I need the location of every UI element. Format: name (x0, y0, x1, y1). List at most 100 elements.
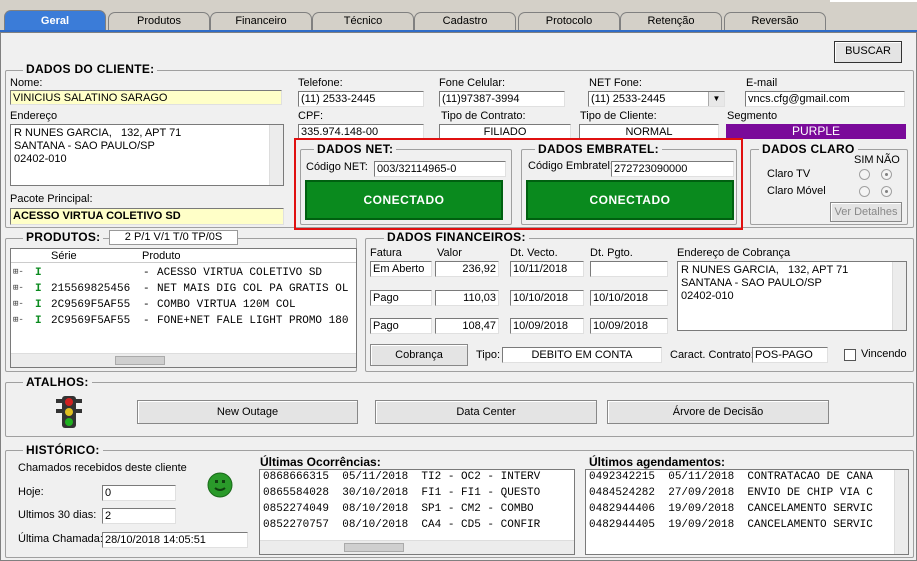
embratel-codigo-field[interactable]: 272723090000 (611, 161, 734, 177)
expand-icon[interactable]: ⊞- (13, 299, 24, 309)
expand-icon[interactable]: ⊞- (13, 315, 24, 325)
scrollbar-thumb[interactable] (115, 356, 165, 365)
net-group-title: DADOS NET: (314, 142, 397, 156)
pacote-field[interactable]: ACESSO VIRTUA COLETIVO SD (10, 208, 284, 225)
chamados-recebidos-label: Chamados recebidos deste cliente (18, 462, 187, 474)
data-center-button[interactable]: Data Center (375, 400, 597, 424)
net-codigo-field[interactable]: 003/32114965-0 (374, 161, 506, 177)
tab-tecnico[interactable]: Técnico (312, 12, 414, 30)
claro-sim-label: SIM (854, 154, 874, 166)
list-item[interactable]: 0852270757 08/10/2018 CA4 - CD5 - CONFIR (263, 519, 540, 531)
row-dash: - (143, 315, 150, 327)
row-dash: - (143, 267, 150, 279)
valor-cell[interactable]: 108,47 (435, 318, 499, 334)
valor-cell[interactable]: 236,92 (435, 261, 499, 277)
tab-cadastro[interactable]: Cadastro (414, 12, 516, 30)
caract-label: Caract. Contrato: (670, 349, 754, 361)
net-codigo-label: Código NET: (306, 161, 368, 173)
celular-field[interactable]: (11)97387-3994 (439, 91, 565, 107)
pgto-cell[interactable] (590, 261, 668, 277)
endereco-cobranca-field[interactable]: R NUNES GARCIA, 132, APT 71 SANTANA - SA… (677, 261, 907, 331)
ocorrencias-list[interactable]: 0868666315 05/11/2018 TI2 - OC2 - INTERV… (259, 469, 575, 555)
net-status-button[interactable]: CONECTADO (305, 180, 503, 220)
tipo-label: Tipo: (476, 349, 501, 361)
vecto-cell[interactable]: 10/10/2018 (510, 290, 584, 306)
row-serie: 2C9569F5AF55 (51, 299, 131, 311)
vincendo-checkbox[interactable] (844, 349, 856, 361)
tab-reversao[interactable]: Reversão (724, 12, 826, 30)
fatura-cell[interactable]: Em Aberto (370, 261, 432, 277)
vecto-column-header: Dt. Vecto. (510, 247, 558, 259)
produtos-hscrollbar[interactable] (11, 353, 356, 367)
client-group-title: DADOS DO CLIENTE: (23, 62, 158, 76)
row-produto: ACESSO VIRTUA COLETIVO SD (157, 267, 323, 279)
hoje-field[interactable]: 0 (102, 485, 176, 501)
fatura-cell[interactable]: Pago (370, 290, 432, 306)
pgto-cell[interactable]: 10/10/2018 (590, 290, 668, 306)
claro-movel-nao-radio[interactable] (881, 186, 892, 197)
claro-group-title: DADOS CLARO (759, 142, 858, 156)
claro-movel-sim-radio[interactable] (859, 186, 870, 197)
list-item[interactable]: 0482944406 19/09/2018 CANCELAMENTO SERVI… (589, 503, 873, 515)
table-row[interactable]: ⊞- I - ACESSO VIRTUA COLETIVO SD (13, 267, 358, 283)
tab-filler (830, 0, 917, 2)
claro-tv-sim-radio[interactable] (859, 169, 870, 180)
row-serie: 2C9569F5AF55 (51, 315, 131, 327)
netfone-select[interactable]: (11) 2533-2445 (588, 91, 725, 107)
row-produto: COMBO VIRTUA 120M COL (157, 299, 296, 311)
row-dash: - (143, 299, 150, 311)
caract-field[interactable]: POS-PAGO (752, 347, 828, 363)
telefone-field[interactable]: (11) 2533-2445 (298, 91, 424, 107)
list-item[interactable]: 0852274049 08/10/2018 SP1 - CM2 - COMBO (263, 503, 534, 515)
list-item[interactable]: 0865584028 30/10/2018 FI1 - FI1 - QUESTO (263, 487, 540, 499)
tab-protocolo[interactable]: Protocolo (518, 12, 620, 30)
ocorrencias-title: Últimas Ocorrências: (260, 455, 381, 469)
fatura-column-header: Fatura (370, 247, 402, 259)
vecto-cell[interactable]: 10/09/2018 (510, 318, 584, 334)
tab-retencao[interactable]: Retenção (620, 12, 722, 30)
table-row[interactable]: ⊞- I 2C9569F5AF55- FONE+NET FALE LIGHT PR… (13, 315, 358, 331)
table-row[interactable]: ⊞- I 215569825456- NET MAIS DIG COL PA GR… (13, 283, 358, 299)
ocorrencias-hscrollbar[interactable] (260, 540, 574, 554)
produtos-list[interactable]: Série Produto ⊞- I - ACESSO VIRTUA COLETI… (10, 248, 357, 368)
tab-financeiro[interactable]: Financeiro (210, 12, 312, 30)
ultima-chamada-field[interactable]: 28/10/2018 14:05:51 (102, 532, 248, 548)
new-outage-button[interactable]: New Outage (137, 400, 358, 424)
endereco-field[interactable]: R NUNES GARCIA, 132, APT 71 SANTANA - SA… (10, 124, 284, 186)
valor-cell[interactable]: 110,03 (435, 290, 499, 306)
expand-icon[interactable]: ⊞- (13, 283, 24, 293)
ultima-chamada-label: Última Chamada: (18, 533, 103, 545)
email-field[interactable]: vncs.cfg@gmail.com (745, 91, 905, 107)
list-item[interactable]: 0482944405 19/09/2018 CANCELAMENTO SERVI… (589, 519, 873, 531)
tipo-field[interactable]: DEBITO EM CONTA (502, 347, 662, 363)
list-item[interactable]: 0484524282 27/09/2018 ENVIO DE CHIP VIA … (589, 487, 873, 499)
ver-detalhes-button[interactable]: Ver Detalhes (830, 202, 902, 222)
tab-geral[interactable]: Geral (4, 10, 106, 31)
table-row[interactable]: ⊞- I 2C9569F5AF55- COMBO VIRTUA 120M COL (13, 299, 358, 315)
claro-tv-nao-radio[interactable] (881, 169, 892, 180)
agendamentos-vscrollbar[interactable] (894, 470, 908, 554)
endereco-scrollbar[interactable] (269, 125, 283, 185)
arvore-decisao-button[interactable]: Árvore de Decisão (607, 400, 829, 424)
scrollbar-thumb[interactable] (344, 543, 404, 552)
main-panel: BUSCAR DADOS DO CLIENTE: Nome: VINICIUS … (0, 32, 917, 561)
agendamentos-list[interactable]: 0492342215 05/11/2018 CONTRATACAO DE CAN… (585, 469, 909, 555)
claro-tv-label: Claro TV (767, 168, 811, 180)
pgto-cell[interactable]: 10/09/2018 (590, 318, 668, 334)
vecto-cell[interactable]: 10/11/2018 (510, 261, 584, 277)
fatura-cell[interactable]: Pago (370, 318, 432, 334)
segmento-label: Segmento (727, 110, 778, 122)
chevron-down-icon[interactable]: ▼ (708, 92, 724, 106)
list-item[interactable]: 0868666315 05/11/2018 TI2 - OC2 - INTERV (263, 471, 540, 483)
celular-label: Fone Celular: (439, 77, 506, 89)
cobranca-scrollbar[interactable] (892, 262, 906, 330)
expand-icon[interactable]: ⊞- (13, 267, 24, 277)
buscar-button[interactable]: BUSCAR (834, 41, 902, 63)
tab-produtos[interactable]: Produtos (108, 12, 210, 30)
cobranca-button[interactable]: Cobrança (370, 344, 468, 366)
ultimos30-field[interactable]: 2 (102, 508, 176, 524)
embratel-status-button[interactable]: CONECTADO (526, 180, 734, 220)
list-item[interactable]: 0492342215 05/11/2018 CONTRATACAO DE CAN… (589, 471, 873, 483)
hoje-label: Hoje: (18, 486, 44, 498)
nome-field[interactable]: VINICIUS SALATINO SARAGO (10, 90, 282, 105)
